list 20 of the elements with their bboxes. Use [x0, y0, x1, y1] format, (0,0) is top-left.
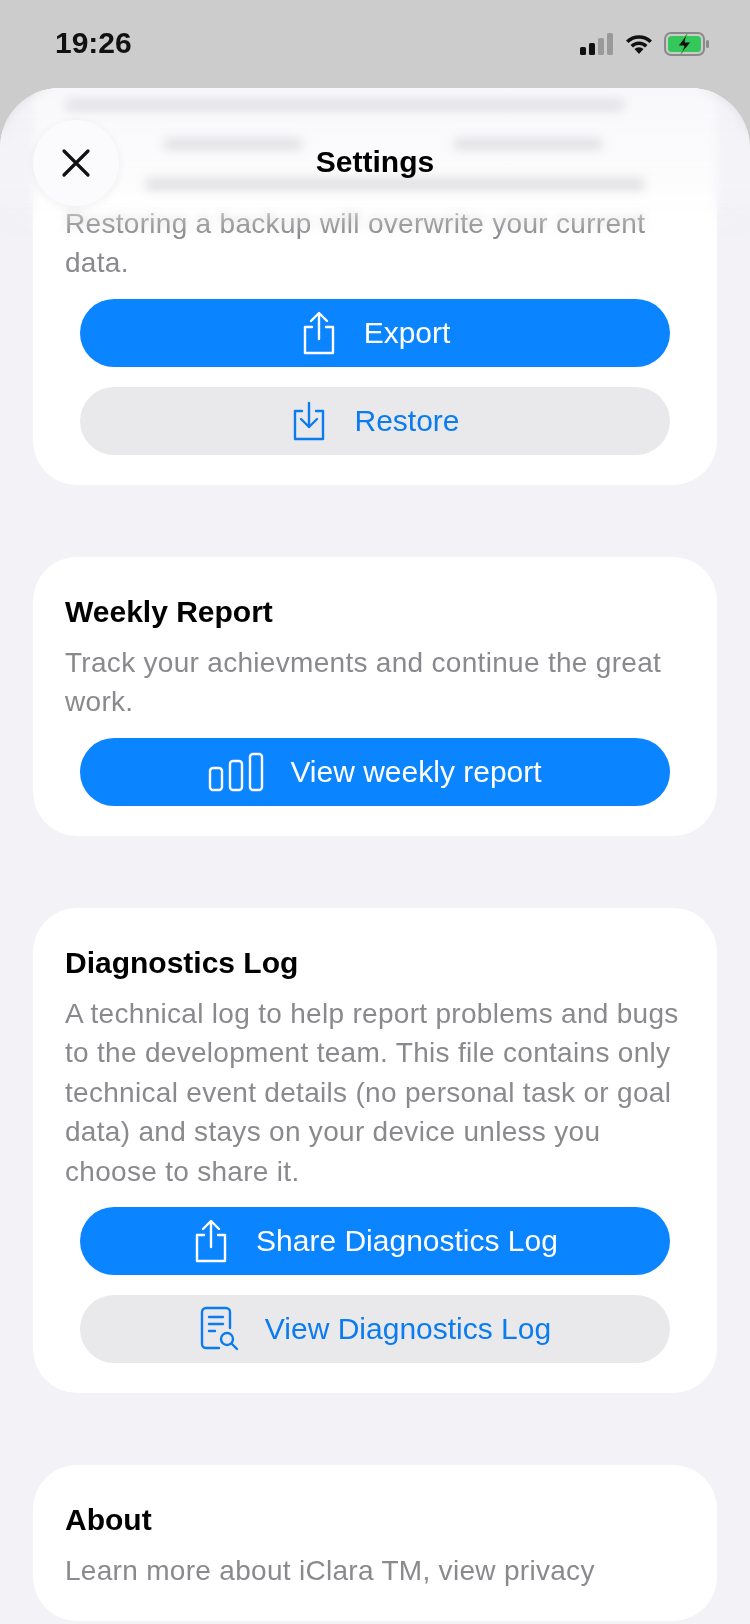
action-button[interactable]: View weekly report: [80, 737, 670, 806]
section-title: Diagnostics Log: [65, 945, 300, 980]
section-description: Restoring a backup will overwrite your current data.: [65, 206, 647, 280]
action-button[interactable]: Share Diagnostics Log: [80, 1207, 670, 1275]
close-icon: [61, 148, 91, 178]
wifi-icon: [624, 33, 654, 55]
status-time: 19:26: [55, 26, 132, 60]
signal-icon: [580, 33, 614, 55]
page-title: Settings: [315, 145, 435, 179]
action-button[interactable]: Restore: [80, 386, 670, 455]
section-description: A technical log to help report problems and bugs to the development team. This file contains only technical event details (no personal task or goal data) and stays on your device unless you choose to share it.: [65, 996, 680, 1189]
section-title: Weekly Report: [65, 594, 274, 629]
document-search-icon: [198, 1306, 239, 1352]
section-description: Track your achievments and continue the great work.: [65, 645, 663, 719]
battery-icon: [664, 32, 710, 56]
section-title: About: [65, 1503, 153, 1537]
action-button[interactable]: View Diagnostics Log: [80, 1295, 670, 1363]
section-description: Learn more about iClara TM, view privacy: [65, 1554, 596, 1588]
bar-chart-icon: [208, 751, 265, 792]
action-button[interactable]: Export: [80, 298, 670, 367]
